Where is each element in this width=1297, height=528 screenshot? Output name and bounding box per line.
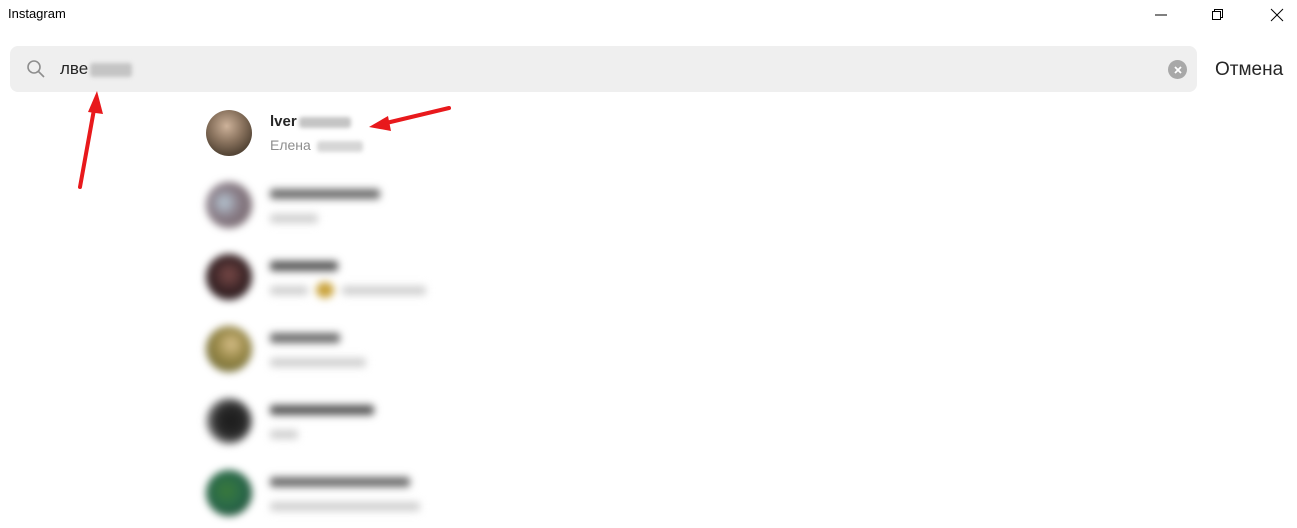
- clear-search-button[interactable]: [1168, 60, 1187, 79]
- clear-icon: [1173, 65, 1182, 74]
- minimize-button[interactable]: [1138, 0, 1184, 30]
- full-name: [270, 209, 318, 225]
- search-input[interactable]: лве: [60, 46, 133, 92]
- username: lver: [270, 113, 351, 130]
- avatar: [206, 398, 252, 444]
- title-bar: Instagram: [0, 0, 1297, 30]
- restore-icon: [1212, 9, 1223, 20]
- app-title: Instagram: [8, 6, 66, 21]
- cancel-button[interactable]: Отмена: [1215, 59, 1283, 81]
- restore-button[interactable]: [1195, 0, 1241, 30]
- full-name: [270, 497, 420, 513]
- list-item[interactable]: [206, 468, 606, 518]
- search-bar[interactable]: лве: [10, 46, 1197, 92]
- annotation-arrowhead-up: [88, 91, 103, 114]
- avatar: [206, 110, 252, 156]
- avatar: [206, 470, 252, 516]
- avatar: [206, 326, 252, 372]
- close-button[interactable]: [1254, 0, 1297, 30]
- annotation-arrow-up: [78, 102, 97, 189]
- search-icon: [27, 60, 45, 78]
- full-name: [270, 425, 298, 441]
- avatar: [206, 254, 252, 300]
- list-item[interactable]: [206, 252, 606, 302]
- list-item[interactable]: [206, 180, 606, 230]
- full-name: [270, 281, 426, 299]
- avatar: [206, 182, 252, 228]
- list-item[interactable]: [206, 396, 606, 446]
- full-name: Елена: [270, 137, 363, 153]
- redacted-text: [316, 140, 363, 152]
- username: [270, 401, 374, 418]
- close-icon: [1270, 8, 1284, 22]
- search-query: лве: [60, 59, 89, 78]
- username: [270, 473, 410, 490]
- username: [270, 329, 340, 346]
- redacted-text: [298, 116, 351, 128]
- list-item[interactable]: lver Елена: [206, 108, 606, 158]
- minimize-icon: [1155, 14, 1167, 16]
- full-name: [270, 353, 366, 369]
- username: [270, 185, 380, 202]
- redacted-text: [90, 62, 133, 77]
- list-item[interactable]: [206, 324, 606, 374]
- username: [270, 257, 338, 274]
